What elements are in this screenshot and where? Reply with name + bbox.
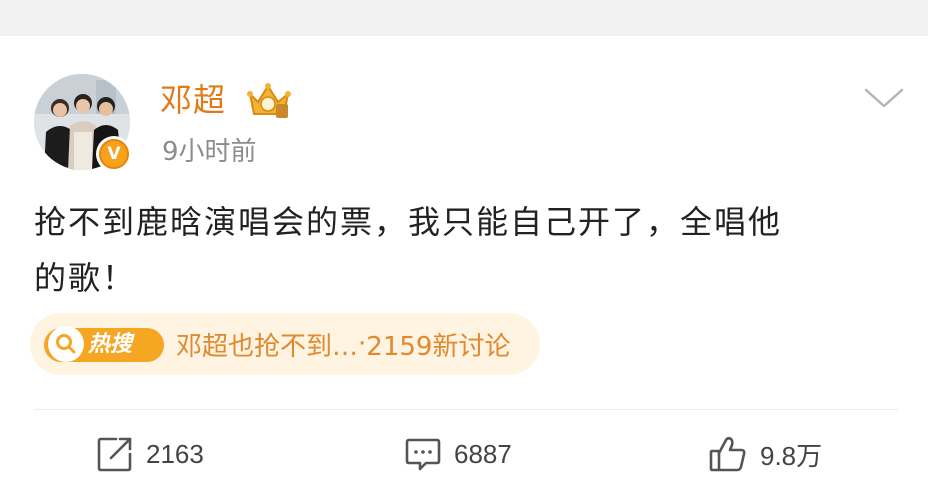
verified-badge-label: V bbox=[99, 139, 129, 169]
hot-search-chip[interactable]: 热搜 邓超也抢不到… · 2159新讨论 bbox=[30, 313, 540, 375]
hot-search-tag: 热搜 bbox=[44, 322, 168, 366]
post-timestamp: 9小时前 bbox=[162, 137, 257, 167]
chevron-down-icon[interactable] bbox=[860, 80, 908, 116]
crown-icon[interactable] bbox=[246, 80, 292, 120]
hot-search-topic: 邓超也抢不到… bbox=[176, 331, 359, 362]
thumbs-up-icon bbox=[709, 436, 746, 472]
post-text-line-2: 的歌！ bbox=[34, 259, 137, 297]
repost-count: 2163 bbox=[146, 438, 204, 469]
repost-button[interactable]: 2163 bbox=[96, 432, 204, 476]
comment-icon bbox=[405, 438, 441, 471]
top-band bbox=[0, 0, 928, 36]
repost-icon bbox=[97, 437, 132, 472]
hot-search-discussion: 2159新讨论 bbox=[366, 331, 511, 362]
comment-button[interactable]: 6887 bbox=[404, 432, 512, 476]
hot-search-tag-label: 热搜 bbox=[88, 332, 133, 357]
weibo-post-card: V 邓超 9小时前 抢不到鹿晗演唱会的票，我只能自己开了，全唱他 的歌！ 热搜 … bbox=[0, 36, 928, 495]
like-count: 9.8万 bbox=[760, 440, 823, 471]
comment-count: 6887 bbox=[454, 438, 512, 469]
hot-search-separator: · bbox=[358, 329, 367, 359]
post-body: 抢不到鹿晗演唱会的票，我只能自己开了，全唱他 的歌！ bbox=[34, 194, 894, 306]
like-button[interactable]: 9.8万 bbox=[708, 432, 822, 476]
post-text-line-1: 抢不到鹿晗演唱会的票，我只能自己开了，全唱他 bbox=[34, 203, 783, 241]
verified-badge: V bbox=[96, 136, 132, 172]
divider bbox=[34, 409, 898, 410]
author-name[interactable]: 邓超 bbox=[160, 80, 226, 120]
search-icon bbox=[48, 326, 84, 362]
